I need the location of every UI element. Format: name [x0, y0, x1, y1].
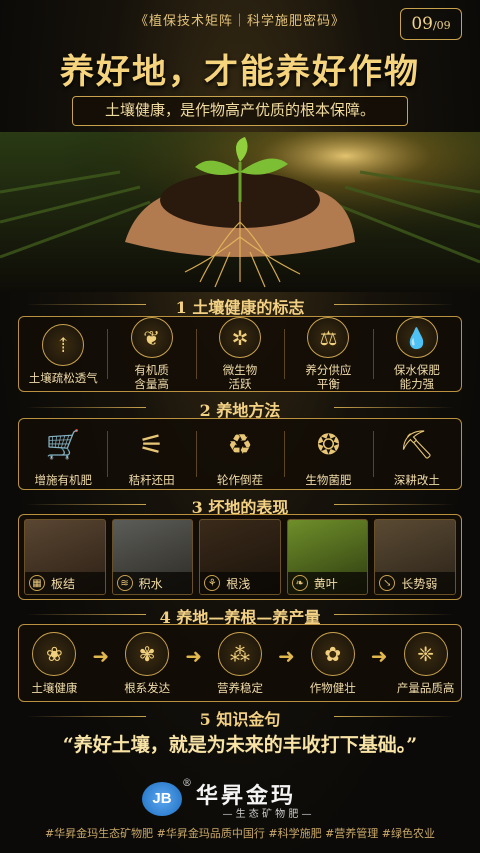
decline-chart-icon: ↘	[379, 575, 396, 591]
nutrient-icon: ⁂	[217, 631, 262, 676]
methods-panel: 🛒 增施有机肥 ⚟ 秸秆还田 ♻ 轮作倒茬 ❂ 生物菌肥 ⛏ 深耕改土	[18, 418, 462, 490]
yellow-leaf-icon: ❧	[291, 575, 308, 591]
caption-text: 根浅	[226, 576, 251, 591]
bacteria-icon: ❂	[316, 428, 341, 461]
photo-water: ≋ 积水	[111, 519, 194, 595]
plow-icon: ⛏	[399, 428, 435, 461]
registered-mark: ®	[182, 778, 192, 789]
section-title-soil-health: 1 土壤健康的标志	[0, 294, 480, 318]
page-number: 09/09	[400, 8, 462, 40]
photo-caption: ❧ 黄叶	[287, 572, 368, 594]
soil-health-panel: ⇡ 土壤疏松透气 ❦ 有机质 含量高 ✲ 微生物 活跃 ⚖ 养分供应 平衡 💧 保水保肥 能力强	[18, 316, 462, 392]
item-microbe: ✲ 微生物 活跃	[195, 317, 284, 391]
photo-caption: ≋ 积水	[112, 572, 193, 594]
photo-yellow-leaf: ❧ 黄叶	[286, 519, 369, 595]
poster: 《植保技术矩阵｜科学施肥密码》 09/09 养好地，才能养好作物 土壤健康，是作…	[0, 0, 480, 853]
item-nutrient: ⁂ 营养稳定	[205, 625, 276, 701]
brick-icon: ▦	[29, 575, 45, 591]
plant-icon: ✿	[310, 631, 355, 676]
quote-block: “养好土壤，就是为未来的丰收打下基础。”	[22, 720, 458, 770]
item-label: 营养稳定	[216, 680, 263, 695]
root-icon: ⚘	[204, 575, 221, 591]
quote-open-mark: “	[62, 734, 74, 756]
photo-decline-chart: ↘ 长势弱	[374, 519, 456, 595]
page-title: 养好地，才能养好作物	[60, 52, 420, 92]
quote-close-mark: ”	[406, 734, 418, 756]
item-rotation: ♻ 轮作倒茬	[195, 419, 284, 489]
item-label: 产量品质高	[396, 680, 455, 695]
brand-tagline: — 生 态 矿 物 肥 —	[222, 809, 312, 820]
item-sprout: ❀ 土壤健康	[19, 625, 90, 701]
hero-soil-sprout-illustration	[0, 132, 480, 292]
item-plant: ✿ 作物健壮	[297, 625, 368, 701]
arrow-right-icon: ➜	[185, 644, 202, 668]
item-soil-layers: ⇡ 土壤疏松透气	[19, 317, 107, 391]
item-wheat: ❈ 产量品质高	[390, 625, 461, 701]
arrow-right-icon: ➜	[278, 644, 295, 668]
item-label: 深耕改土	[393, 472, 440, 487]
quote-text: 养好土壤，就是为未来的丰收打下基础。	[73, 734, 407, 756]
photo-caption: ▦ 板结	[25, 572, 105, 594]
water-icon: ≋	[116, 575, 133, 591]
item-label: 有机质 含量高	[134, 363, 169, 391]
sprout-icon: ❀	[32, 631, 77, 676]
wheelbarrow-icon: 🛒	[45, 428, 81, 461]
rotation-icon: ♻	[227, 428, 253, 461]
item-bacteria: ❂ 生物菌肥	[284, 419, 372, 489]
scale-icon: ⚖	[307, 317, 350, 358]
item-label: 养分供应 平衡	[305, 363, 352, 391]
leaf-icon: ❦	[130, 317, 173, 358]
item-wheelbarrow: 🛒 增施有机肥	[19, 419, 107, 489]
microbe-icon: ✲	[219, 317, 262, 358]
straw-icon: ⚟	[139, 428, 165, 461]
hashtags: #华昇金玛生态矿物肥 #华昇金玛品质中国行 #科学施肥 #营养管理 #绿色农业	[44, 827, 436, 840]
item-label: 微生物 活跃	[222, 363, 258, 391]
item-scale: ⚖ 养分供应 平衡	[284, 317, 372, 391]
arrow-right-icon: ➜	[370, 644, 388, 668]
bad-soil-panel: ▦ 板结 ≋ 积水 ⚘ 根浅 ❧ 黄叶 ↘ 长势弱	[18, 514, 462, 600]
subtitle-banner: 土壤健康，是作物高产优质的根本保障。	[72, 96, 408, 126]
arrow-right-icon: ➜	[92, 644, 110, 668]
wheat-icon: ❈	[403, 631, 448, 676]
photo-caption: ⚘ 根浅	[200, 572, 280, 594]
item-label: 生物菌肥	[305, 472, 352, 487]
item-label: 保水保肥 能力强	[393, 363, 440, 391]
caption-text: 板结	[51, 576, 76, 591]
caption-text: 黄叶	[313, 576, 338, 591]
item-label: 秸秆还田	[128, 472, 175, 487]
chain-panel: ❀ 土壤健康 ➜ ✾ 根系发达 ➜ ⁂ 营养稳定 ➜ ✿ 作物健壮 ➜ ❈ 产量品质高	[18, 624, 462, 702]
item-plow: ⛏ 深耕改土	[372, 419, 461, 489]
item-label: 根系发达	[124, 680, 171, 695]
item-roots: ✾ 根系发达	[112, 625, 183, 701]
item-leaf: ❦ 有机质 含量高	[107, 317, 195, 391]
photo-caption: ↘ 长势弱	[375, 572, 455, 594]
item-label: 土壤健康	[31, 680, 78, 695]
roots-icon: ✾	[125, 631, 170, 676]
item-straw: ⚟ 秸秆还田	[107, 419, 195, 489]
photo-root: ⚘ 根浅	[199, 519, 281, 595]
soil-layers-icon: ⇡	[42, 323, 85, 366]
water-drop-icon: 💧	[395, 317, 438, 358]
item-water-drop: 💧 保水保肥 能力强	[372, 317, 461, 391]
brand-monogram-icon: JB	[142, 782, 182, 816]
item-label: 作物健壮	[309, 680, 356, 695]
item-label: 轮作倒茬	[217, 472, 264, 487]
item-label: 土壤疏松透气	[28, 370, 98, 385]
caption-text: 积水	[138, 576, 163, 591]
caption-text: 长势弱	[401, 576, 438, 591]
brand-logo: JB ® 华昇金玛 — 生 态 矿 物 肥 —	[142, 778, 342, 820]
item-label: 增施有机肥	[34, 472, 92, 487]
photo-brick: ▦ 板结	[24, 519, 106, 595]
